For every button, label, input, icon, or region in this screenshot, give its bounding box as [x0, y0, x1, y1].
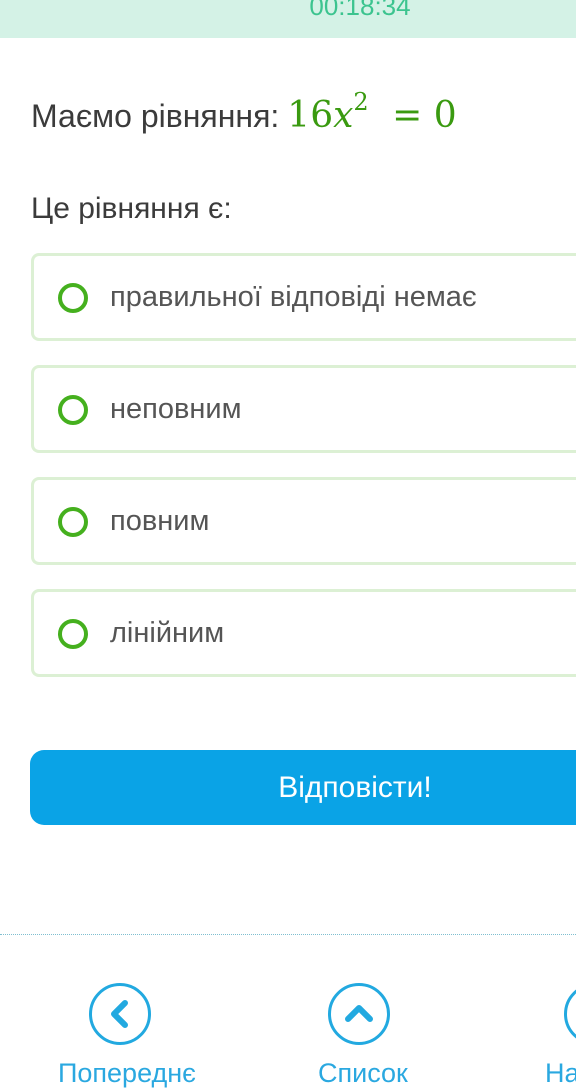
option-label: правильної відповіді немає	[110, 281, 477, 313]
quiz-page: 00:18:34 Маємо рівняння: 16x2 = 0 Це рів…	[0, 0, 576, 1088]
equation-exponent: 2	[353, 88, 369, 116]
radio-button-icon[interactable]	[58, 395, 88, 425]
question-intro: Маємо рівняння:	[31, 98, 280, 134]
previous-label[interactable]: Попереднє	[58, 1058, 196, 1088]
chevron-up-icon[interactable]	[328, 983, 390, 1045]
answer-option[interactable]: правильної відповіді немає	[31, 253, 576, 341]
equation-variable: x	[333, 95, 354, 136]
option-label: повним	[110, 505, 210, 537]
option-label: лінійним	[110, 617, 225, 649]
option-label: неповним	[110, 393, 242, 425]
timer-value: 00:18:34	[309, 0, 411, 21]
answer-option[interactable]: повним	[31, 477, 576, 565]
question-text: Маємо рівняння: 16x2 = 0	[31, 88, 457, 136]
submit-answer-label: Відповісти!	[278, 771, 432, 804]
chevron-right-icon[interactable]	[564, 983, 576, 1045]
chevron-left-icon[interactable]	[89, 983, 151, 1045]
radio-button-icon[interactable]	[58, 619, 88, 649]
list-label[interactable]: Список	[318, 1058, 408, 1088]
equation-rhs: = 0	[392, 95, 457, 136]
timer-bar: 00:18:34	[0, 0, 576, 38]
equation-coefficient: 16	[287, 95, 334, 136]
question-prompt: Це рівняння є:	[31, 192, 232, 225]
answer-option[interactable]: неповним	[31, 365, 576, 453]
submit-answer-button[interactable]: Відповісти!	[30, 750, 576, 825]
answer-option[interactable]: лінійним	[31, 589, 576, 677]
radio-button-icon[interactable]	[58, 507, 88, 537]
radio-button-icon[interactable]	[58, 283, 88, 313]
divider	[0, 934, 576, 935]
question-equation: 16x2 = 0	[287, 88, 457, 136]
next-label[interactable]: На	[545, 1058, 576, 1088]
